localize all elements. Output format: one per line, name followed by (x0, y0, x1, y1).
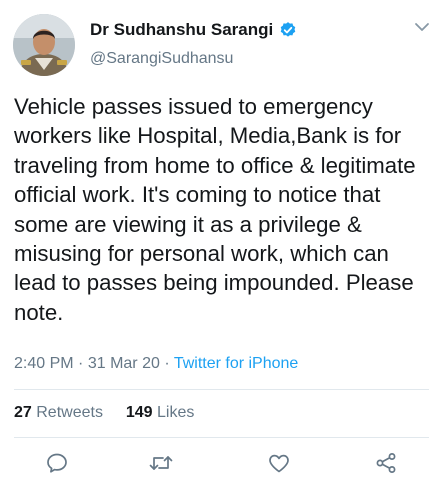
tweet-header: Dr Sudhanshu Sarangi @SarangiSudhansu (13, 14, 433, 76)
tweet-source-link[interactable]: Twitter for iPhone (174, 355, 299, 372)
action-bar (0, 452, 443, 480)
like-button[interactable] (266, 452, 292, 478)
retweet-icon (148, 451, 174, 480)
display-name[interactable]: Dr Sudhanshu Sarangi (90, 20, 273, 40)
tweet-card: Dr Sudhanshu Sarangi @SarangiSudhansu Ve… (0, 0, 443, 500)
user-handle[interactable]: @SarangiSudhansu (90, 50, 233, 68)
retweets-count: 27 (14, 404, 32, 421)
tweet-date[interactable]: 31 Mar 20 (88, 355, 160, 372)
likes-stat[interactable]: 149 Likes (126, 404, 195, 421)
verified-badge-icon (279, 21, 297, 39)
share-button[interactable] (373, 452, 399, 478)
likes-count: 149 (125, 404, 153, 421)
tweet-time: 2:40 PM (14, 355, 74, 372)
avatar[interactable] (13, 14, 75, 76)
likes-label: Likes (157, 404, 195, 421)
chevron-down-icon[interactable] (413, 18, 431, 36)
heart-icon (267, 451, 291, 480)
reply-button[interactable] (44, 452, 70, 478)
divider (14, 389, 429, 390)
reply-icon (45, 451, 69, 480)
tweet-text: Vehicle passes issued to emergency worke… (14, 94, 416, 325)
share-icon (374, 451, 398, 480)
retweets-stat[interactable]: 27 Retweets (14, 404, 107, 421)
name-row: Dr Sudhanshu Sarangi (90, 20, 297, 40)
tweet-meta: 2:40 PM · 31 Mar 20 · Twitter for iPhone (14, 355, 298, 373)
meta-separator: · (164, 355, 170, 372)
retweet-button[interactable] (148, 452, 174, 478)
retweets-label: Retweets (36, 404, 103, 421)
tweet-stats: 27 Retweets 149 Likes (14, 404, 194, 422)
divider (14, 437, 429, 438)
meta-separator: · (78, 355, 84, 372)
